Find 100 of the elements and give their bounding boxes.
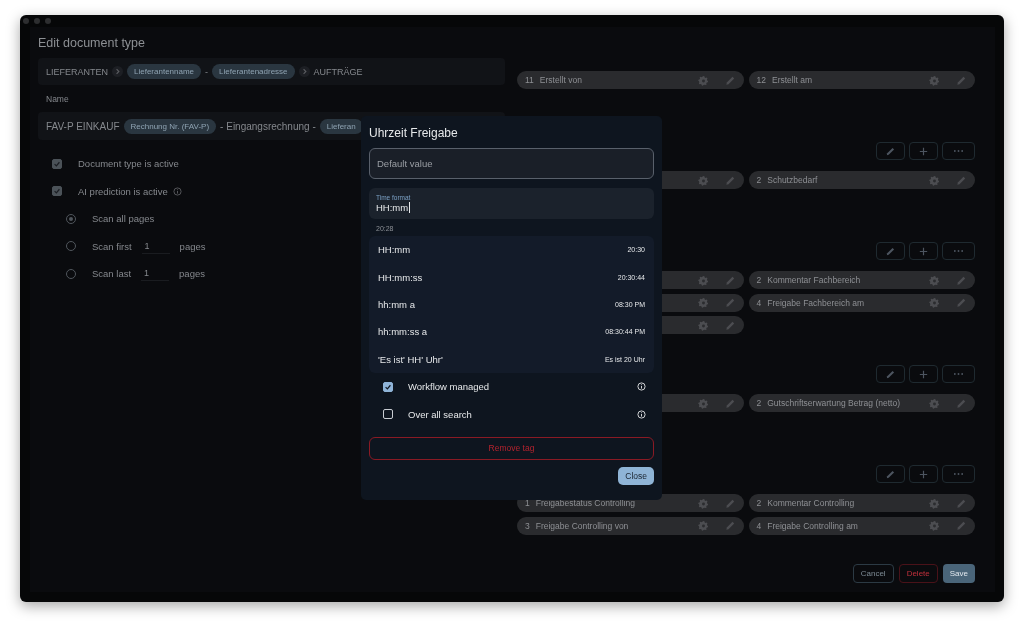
pencil-icon[interactable]	[956, 274, 967, 286]
field-name: Schutzbedarf	[767, 175, 818, 185]
add-button[interactable]	[909, 365, 938, 383]
gear-icon[interactable]	[929, 497, 940, 509]
more-button[interactable]	[942, 142, 975, 160]
edit-button[interactable]	[876, 242, 905, 260]
gear-icon[interactable]	[697, 274, 709, 286]
more-icon	[953, 472, 964, 476]
edit-button[interactable]	[876, 365, 905, 383]
checkbox[interactable]	[52, 186, 62, 197]
chevron-right-icon	[112, 66, 123, 77]
pencil-icon[interactable]	[956, 520, 967, 531]
delete-button[interactable]: Delete	[898, 564, 938, 583]
checkbox[interactable]	[383, 381, 393, 392]
gear-icon[interactable]	[929, 520, 940, 531]
field-number: 2	[756, 175, 762, 185]
field-value: HH:mm	[376, 202, 411, 213]
add-button[interactable]	[909, 242, 938, 260]
field-pill[interactable]: 11 Erstellt von	[517, 71, 744, 89]
field-number: 3	[525, 520, 530, 531]
gear-icon[interactable]	[929, 397, 940, 409]
gear-icon[interactable]	[697, 397, 709, 409]
pencil-icon[interactable]	[956, 297, 967, 308]
field-pill[interactable]: 3 Freigabe Controlling von	[517, 516, 744, 535]
default-value-field[interactable]: Default value	[369, 148, 654, 179]
field-name: Erstellt am	[771, 75, 813, 85]
window-title: Edit document type	[38, 36, 146, 50]
pencil-icon[interactable]	[724, 74, 736, 86]
field-number: 2	[756, 498, 762, 508]
field-pill[interactable]: 4 Freigabe Fachbereich am	[748, 293, 975, 312]
pencil-icon[interactable]	[724, 397, 736, 409]
gear-icon[interactable]	[697, 520, 709, 531]
plus-icon	[918, 145, 929, 157]
gear-icon[interactable]	[697, 174, 709, 186]
pencil-icon	[885, 245, 896, 257]
pencil-icon	[885, 368, 896, 380]
pencil-icon[interactable]	[724, 497, 736, 509]
gear-icon[interactable]	[697, 74, 709, 86]
page-count-field[interactable]: 1	[141, 266, 170, 282]
more-button[interactable]	[942, 465, 975, 483]
breadcrumb-text: -	[205, 66, 209, 77]
gear-icon[interactable]	[929, 74, 940, 86]
save-button[interactable]: Save	[942, 564, 975, 583]
field-pill[interactable]: 2 Schutzbedarf	[748, 171, 975, 189]
gear-icon[interactable]	[929, 297, 940, 308]
gear-icon[interactable]	[929, 274, 940, 286]
field-name: Kommentar Fachbereich	[767, 275, 861, 285]
field-chip[interactable]: Rechnung Nr. (FAV-P)	[123, 118, 217, 134]
radio-label: Scan all pages	[92, 213, 155, 225]
add-button[interactable]	[909, 465, 938, 483]
field-chip[interactable]: Lieferan	[319, 118, 363, 134]
radio-label: pages	[179, 240, 206, 252]
field-pill[interactable]: 2 Gutschriftserwartung Betrag (netto)	[748, 394, 975, 412]
field-chip[interactable]: Lieferantenadresse	[212, 64, 295, 79]
pencil-icon[interactable]	[724, 297, 736, 308]
close-button[interactable]: Close	[618, 466, 654, 485]
pencil-icon	[885, 468, 896, 480]
pencil-icon[interactable]	[956, 497, 967, 509]
pencil-icon[interactable]	[724, 319, 736, 331]
field-pill[interactable]: 4 Freigabe Controlling am	[748, 516, 975, 535]
checkbox-label: Document type is active	[78, 158, 179, 170]
field-chip[interactable]: Lieferantenname	[127, 64, 202, 79]
name-label: Name	[46, 94, 70, 104]
more-button[interactable]	[942, 242, 975, 260]
gear-icon[interactable]	[697, 319, 709, 331]
pencil-icon[interactable]	[724, 174, 736, 186]
cancel-button[interactable]: Cancel	[852, 564, 894, 583]
field-name: Gutschriftserwartung Betrag (netto)	[767, 398, 900, 408]
remove-tag-button[interactable]: Remove tag	[369, 436, 654, 460]
pencil-icon[interactable]	[956, 397, 967, 409]
edit-button[interactable]	[876, 142, 905, 160]
breadcrumb-text: LIEFERANTEN	[46, 66, 108, 77]
name-text: FAV-P EINKAUF	[46, 120, 120, 132]
pencil-icon[interactable]	[724, 520, 736, 531]
field-number: 4	[756, 520, 762, 531]
plus-icon	[918, 245, 929, 257]
field-number: 1	[525, 498, 530, 508]
more-button[interactable]	[942, 365, 975, 383]
edit-button[interactable]	[876, 465, 905, 483]
pencil-icon[interactable]	[956, 74, 967, 86]
checkbox-label: AI prediction is active	[78, 185, 168, 197]
field-pill[interactable]: 12 Erstellt am	[748, 71, 975, 89]
dialog-title: Uhrzeit Freigabe	[369, 126, 459, 140]
gear-icon[interactable]	[697, 297, 709, 308]
checkbox[interactable]	[52, 158, 62, 169]
field-pill[interactable]: 2 Kommentar Controlling	[748, 494, 975, 512]
pencil-icon[interactable]	[956, 174, 967, 186]
field-number: 12	[756, 75, 766, 85]
gear-icon[interactable]	[929, 174, 940, 186]
add-button[interactable]	[909, 142, 938, 160]
gear-icon[interactable]	[697, 497, 709, 509]
field-name: Erstellt von	[539, 75, 582, 85]
field-name: Kommentar Controlling	[767, 498, 855, 508]
field-number: 11	[525, 75, 534, 85]
field-pill[interactable]: 2 Kommentar Fachbereich	[748, 271, 975, 289]
pencil-icon[interactable]	[724, 274, 736, 286]
pencil-icon	[885, 145, 896, 157]
breadcrumb-text: AUFTRÄGE	[313, 66, 363, 77]
field-number: 2	[756, 398, 762, 408]
page-count-field[interactable]: 1	[141, 238, 170, 254]
